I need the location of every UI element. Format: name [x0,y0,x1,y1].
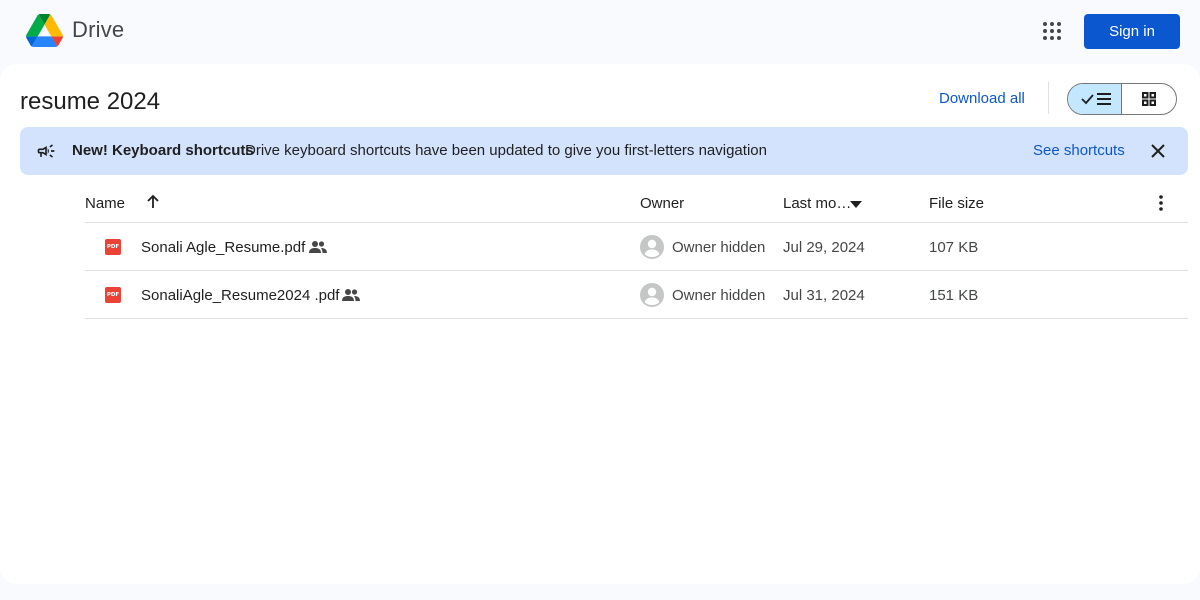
arrow-up-icon[interactable] [145,194,161,210]
account-circle-icon [640,283,664,307]
table-row[interactable]: PDF Sonali Agle_Resume.pdf Owner hidden … [85,223,1188,271]
file-name[interactable]: Sonali Agle_Resume.pdf [141,239,305,256]
view-toggle [1067,83,1177,115]
list-view-icon [1080,93,1111,105]
column-header-last-modified[interactable]: Last mo… [783,195,851,212]
more-vert-icon [1159,195,1163,211]
file-table: Name Owner Last mo… File size PDF Sonali… [85,175,1188,319]
people-icon [309,241,327,253]
main-content: resume 2024 Download all New! Keyboard s… [0,64,1200,584]
see-shortcuts-link[interactable]: See shortcuts [1033,142,1125,159]
pdf-file-icon: PDF [105,287,121,303]
modified-date: Jul 31, 2024 [783,287,865,304]
pdf-file-icon: PDF [105,239,121,255]
grid-view-icon [1142,92,1156,106]
download-all-button[interactable]: Download all [939,90,1025,107]
keyboard-shortcuts-banner: New! Keyboard shortcuts Drive keyboard s… [20,127,1188,175]
divider [1048,82,1049,114]
megaphone-icon [37,144,55,158]
apps-grid-icon [1043,22,1061,40]
file-name[interactable]: SonaliAgle_Resume2024 .pdf [141,287,339,304]
column-header-file-size[interactable]: File size [929,195,984,212]
top-bar: Drive Sign in [0,0,1200,64]
file-size: 107 KB [929,239,979,256]
modified-date: Jul 29, 2024 [783,239,865,256]
apps-button[interactable] [1032,11,1072,51]
google-drive-logo[interactable] [26,14,63,47]
table-header: Name Owner Last mo… File size [85,175,1188,223]
banner-text: Drive keyboard shortcuts have been updat… [245,142,767,159]
sign-in-button[interactable]: Sign in [1084,14,1180,49]
people-icon [342,289,360,301]
more-options-button[interactable] [1149,191,1173,215]
grid-view-button[interactable] [1122,84,1176,114]
close-icon [1151,144,1165,158]
owner-text: Owner hidden [672,239,766,256]
table-row[interactable]: PDF SonaliAgle_Resume2024 .pdf Owner hid… [85,271,1188,319]
owner-text: Owner hidden [672,287,766,304]
banner-close-button[interactable] [1146,139,1170,163]
list-view-button[interactable] [1068,84,1123,114]
caret-down-icon[interactable] [849,199,863,209]
page-title: resume 2024 [20,88,161,115]
banner-title: New! Keyboard shortcuts [72,142,254,159]
app-name: Drive [72,17,125,42]
file-size: 151 KB [929,287,979,304]
column-header-owner[interactable]: Owner [640,195,684,212]
column-header-name[interactable]: Name [85,195,125,212]
account-circle-icon [640,235,664,259]
